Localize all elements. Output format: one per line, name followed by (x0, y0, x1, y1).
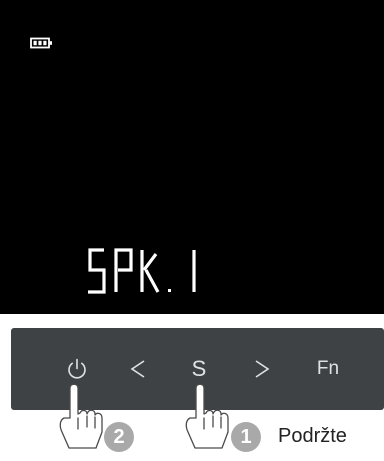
fn-button[interactable]: Fn (311, 350, 345, 388)
previous-button[interactable]: < (123, 350, 153, 388)
chevron-right-icon (255, 360, 270, 378)
fn-button-label: Fn (316, 358, 340, 379)
display-char-k (140, 250, 160, 293)
display-readout-text: SPK.1 (0, 0, 1, 1)
battery-icon (30, 37, 52, 49)
display-char-p (114, 248, 133, 292)
chevron-left-icon (130, 360, 145, 378)
step-2-badge: 2 (104, 422, 134, 452)
device-screen: SPK.1 (0, 0, 384, 314)
display-readout (88, 248, 196, 294)
display-decimal-point (168, 289, 171, 292)
display-char-s (88, 248, 106, 294)
hold-instruction: Podržte (278, 425, 347, 447)
pointing-hand-icon (185, 383, 229, 449)
next-button[interactable]: > (247, 350, 277, 388)
pointing-hand-icon (59, 383, 103, 449)
step-1-badge: 1 (231, 422, 261, 452)
